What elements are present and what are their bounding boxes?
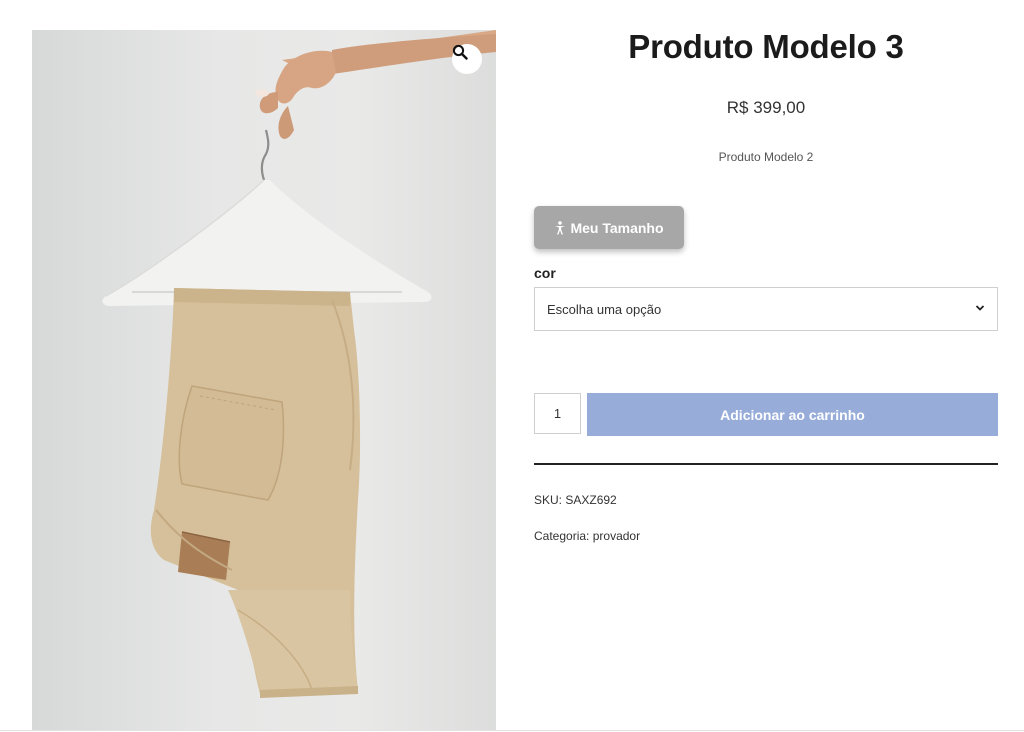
product-price: R$ 399,00 bbox=[726, 98, 806, 117]
sku-label: SKU: bbox=[534, 493, 563, 507]
person-icon bbox=[555, 220, 566, 234]
zoom-button[interactable] bbox=[452, 44, 482, 74]
add-to-cart-button[interactable]: Adicionar ao carrinho bbox=[587, 393, 998, 436]
footer-divider bbox=[0, 730, 1024, 731]
my-size-button[interactable]: Meu Tamanho bbox=[534, 206, 684, 249]
variation-label: cor bbox=[534, 265, 556, 281]
quantity-input[interactable] bbox=[534, 393, 581, 434]
category-link[interactable]: provador bbox=[593, 529, 640, 543]
product-image[interactable] bbox=[32, 30, 496, 730]
product-short-description: Produto Modelo 2 bbox=[718, 150, 814, 164]
category-label: Categoria: bbox=[534, 529, 590, 543]
zoom-icon bbox=[452, 44, 468, 60]
color-select-value: Escolha uma opção bbox=[547, 302, 662, 317]
sku-line: SKU: SAXZ692 bbox=[534, 493, 617, 507]
my-size-button-label: Meu Tamanho bbox=[570, 219, 664, 236]
chevron-down-icon bbox=[975, 305, 985, 311]
sku-value: SAXZ692 bbox=[565, 493, 617, 507]
jeans-on-hanger-illustration bbox=[102, 30, 496, 698]
category-line: Categoria: provador bbox=[534, 529, 640, 543]
color-select[interactable]: Escolha uma opção bbox=[534, 287, 998, 331]
divider bbox=[534, 463, 998, 465]
product-title: Produto Modelo 3 bbox=[628, 28, 904, 65]
